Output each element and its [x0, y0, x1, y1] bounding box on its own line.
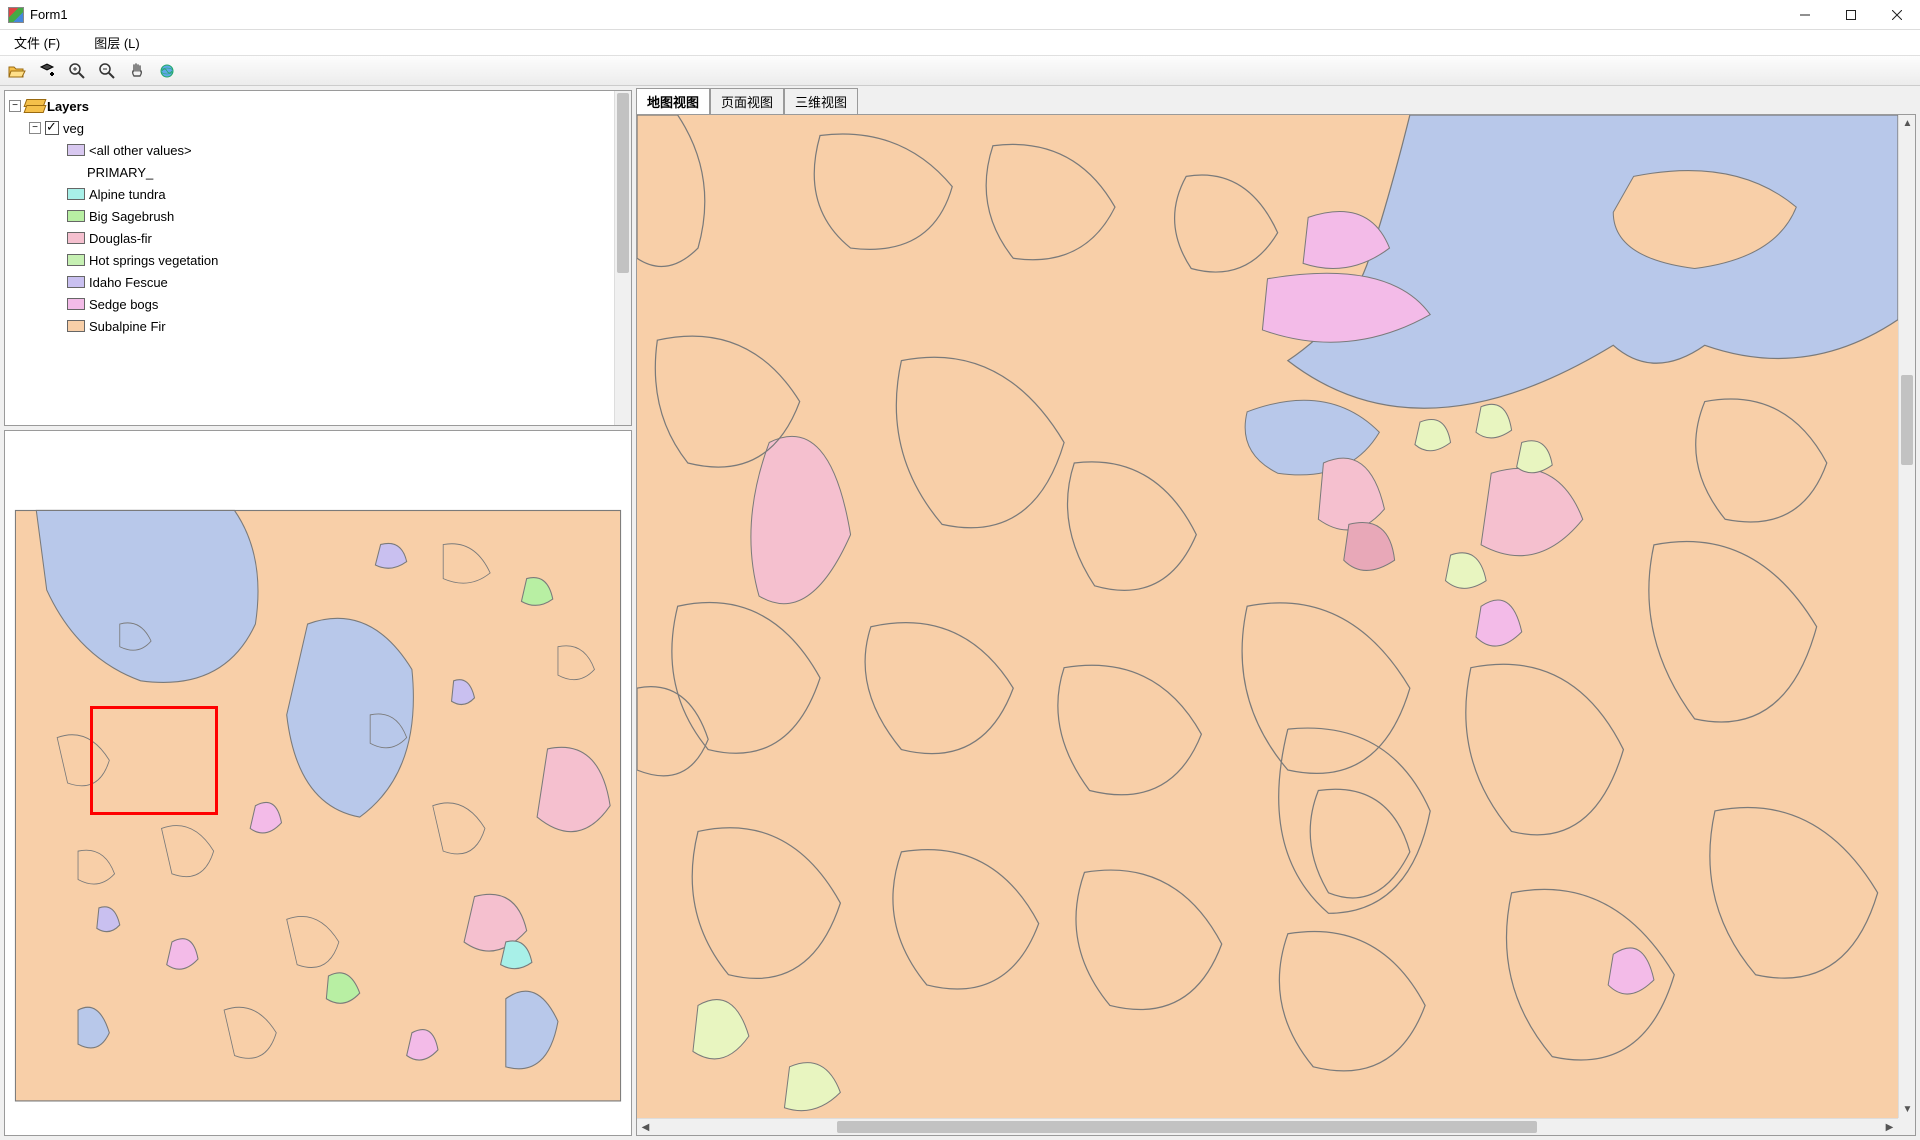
map-vertical-scrollbar[interactable]: ▲ ▼ — [1898, 115, 1915, 1118]
swatch-subalpine-fir — [67, 320, 85, 332]
toc-all-other-label: <all other values> — [89, 143, 192, 158]
window-controls — [1782, 0, 1920, 30]
minimize-button[interactable] — [1782, 0, 1828, 30]
titlebar-left: Form1 — [8, 7, 68, 23]
zoom-out-button[interactable] — [96, 60, 118, 82]
collapse-icon[interactable]: − — [9, 100, 21, 112]
toc-class-3[interactable]: Hot springs vegetation — [7, 249, 612, 271]
toc-class-1[interactable]: Big Sagebrush — [7, 205, 612, 227]
toc-panel: − Layers − veg <all other values> PRIMAR… — [4, 90, 632, 426]
layers-icon — [25, 99, 43, 113]
zoom-out-icon — [99, 63, 115, 79]
toc-root[interactable]: − Layers — [7, 95, 612, 117]
menu-layer[interactable]: 图层 (L) — [86, 31, 148, 54]
zoom-in-button[interactable] — [66, 60, 88, 82]
toc-field-name: PRIMARY_ — [7, 161, 612, 183]
app-icon — [8, 7, 24, 23]
toc-layer-label: veg — [63, 121, 84, 136]
toc-field-label: PRIMARY_ — [87, 165, 153, 180]
add-data-button[interactable] — [36, 60, 58, 82]
scrollbar-thumb[interactable] — [617, 93, 629, 273]
tab-map-view[interactable]: 地图视图 — [636, 88, 710, 115]
menubar: 文件 (F) 图层 (L) — [0, 30, 1920, 56]
map-canvas-icon — [637, 115, 1898, 1118]
toc-class-5[interactable]: Sedge bogs — [7, 293, 612, 315]
toc-class-label: Douglas-fir — [89, 231, 152, 246]
scroll-down-icon[interactable]: ▼ — [1899, 1101, 1916, 1118]
toc-class-label: Big Sagebrush — [89, 209, 174, 224]
toc-tree[interactable]: − Layers − veg <all other values> PRIMAR… — [5, 91, 614, 425]
toc-class-label: Sedge bogs — [89, 297, 158, 312]
toc-scrollbar[interactable] — [614, 91, 631, 425]
toc-layer-veg[interactable]: − veg — [7, 117, 612, 139]
scrollbar-thumb[interactable] — [837, 1121, 1537, 1133]
map-view-panel[interactable]: ▲ ▼ ◀ ▶ — [636, 114, 1916, 1136]
toc-class-2[interactable]: Douglas-fir — [7, 227, 612, 249]
swatch-sedge-bogs — [67, 298, 85, 310]
swatch-all-other — [67, 144, 85, 156]
scroll-corner — [1898, 1118, 1915, 1135]
layer-visibility-checkbox[interactable] — [45, 121, 59, 135]
maximize-button[interactable] — [1828, 0, 1874, 30]
scrollbar-thumb[interactable] — [1901, 375, 1913, 465]
window-title: Form1 — [30, 7, 68, 22]
left-column: − Layers − veg <all other values> PRIMAR… — [4, 90, 632, 1136]
tab-3d-view[interactable]: 三维视图 — [784, 88, 858, 115]
toc-class-6[interactable]: Subalpine Fir — [7, 315, 612, 337]
toc-class-4[interactable]: Idaho Fescue — [7, 271, 612, 293]
swatch-big-sagebrush — [67, 210, 85, 222]
toc-class-0[interactable]: Alpine tundra — [7, 183, 612, 205]
overview-panel[interactable] — [4, 430, 632, 1136]
collapse-icon[interactable]: − — [29, 122, 41, 134]
pan-button[interactable] — [126, 60, 148, 82]
zoom-in-icon — [69, 63, 85, 79]
workspace: − Layers − veg <all other values> PRIMAR… — [0, 86, 1920, 1140]
toc-all-other[interactable]: <all other values> — [7, 139, 612, 161]
toolbar — [0, 56, 1920, 86]
map-horizontal-scrollbar[interactable]: ◀ ▶ — [637, 1118, 1898, 1135]
scroll-right-icon[interactable]: ▶ — [1881, 1119, 1898, 1136]
open-icon — [8, 63, 26, 79]
open-button[interactable] — [6, 60, 28, 82]
pan-icon — [129, 63, 145, 79]
overview-map-icon — [5, 431, 631, 1135]
full-extent-button[interactable] — [156, 60, 178, 82]
right-column: 地图视图 页面视图 三维视图 — [636, 90, 1916, 1136]
titlebar: Form1 — [0, 0, 1920, 30]
scroll-up-icon[interactable]: ▲ — [1899, 115, 1916, 132]
swatch-idaho-fescue — [67, 276, 85, 288]
menu-file[interactable]: 文件 (F) — [6, 31, 68, 54]
view-tabs: 地图视图 页面视图 三维视图 — [636, 90, 1916, 114]
toc-class-label: Alpine tundra — [89, 187, 166, 202]
swatch-hot-springs — [67, 254, 85, 266]
tab-page-view[interactable]: 页面视图 — [710, 88, 784, 115]
swatch-alpine-tundra — [67, 188, 85, 200]
toc-class-label: Idaho Fescue — [89, 275, 168, 290]
toc-class-label: Hot springs vegetation — [89, 253, 218, 268]
full-extent-icon — [159, 63, 175, 79]
add-icon — [39, 63, 55, 79]
scroll-left-icon[interactable]: ◀ — [637, 1119, 654, 1136]
swatch-douglas-fir — [67, 232, 85, 244]
toc-class-label: Subalpine Fir — [89, 319, 166, 334]
toc-root-label: Layers — [47, 99, 89, 114]
close-button[interactable] — [1874, 0, 1920, 30]
